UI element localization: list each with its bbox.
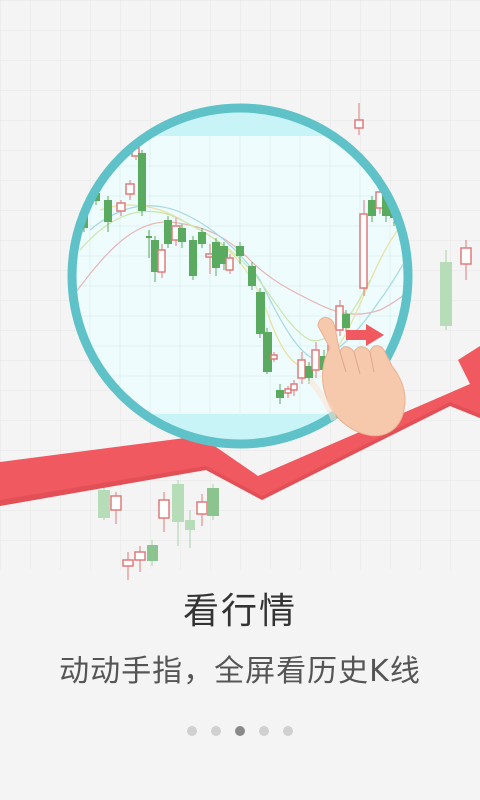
page-dot-2[interactable] bbox=[211, 726, 221, 736]
page-dot-1[interactable] bbox=[187, 726, 197, 736]
page-subtitle: 动动手指，全屏看历史K线 bbox=[59, 654, 421, 689]
page-dot-3[interactable] bbox=[235, 726, 245, 736]
page-dot-5[interactable] bbox=[283, 726, 293, 736]
page-indicator[interactable] bbox=[0, 726, 480, 736]
page-title: 看行情 bbox=[182, 591, 297, 632]
page-dot-4[interactable] bbox=[259, 726, 269, 736]
